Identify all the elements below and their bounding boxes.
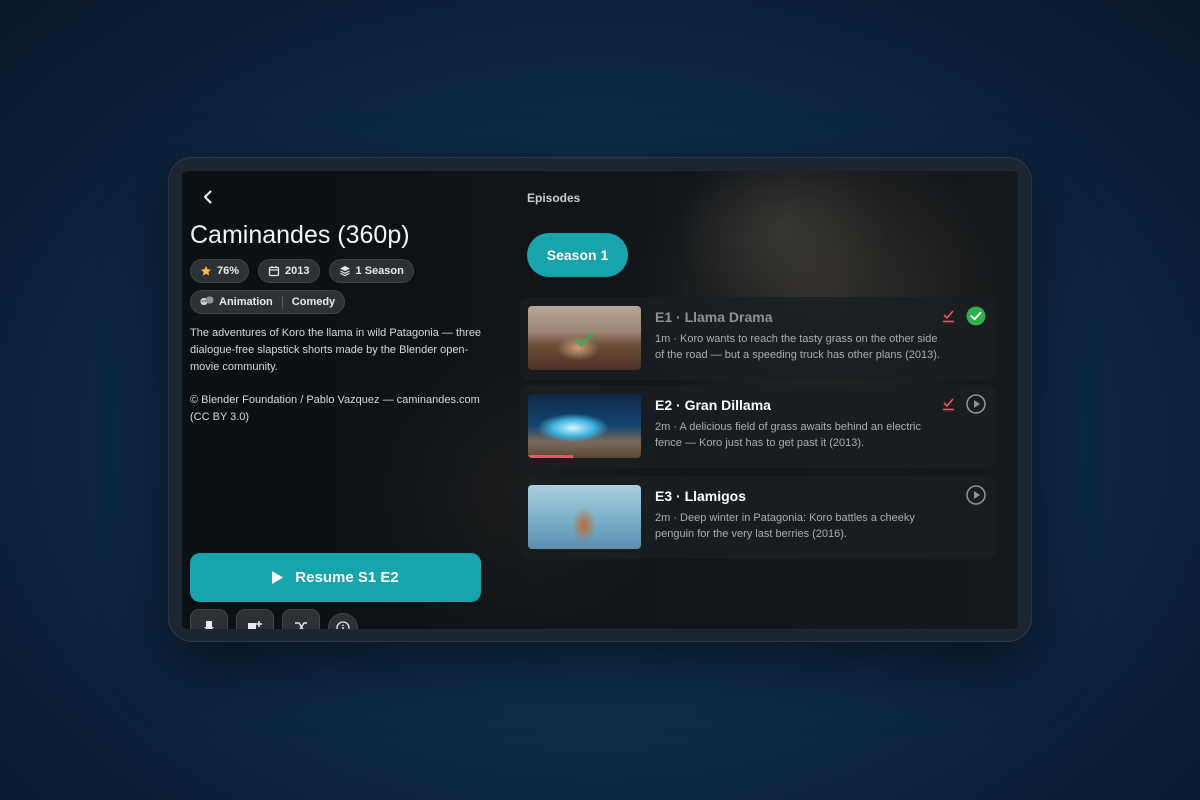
resume-button[interactable]: Resume S1 E2 — [190, 553, 481, 602]
episode-thumbnail — [528, 394, 641, 458]
genre-chips: Animation Comedy — [190, 290, 346, 314]
episode-description: 2m · A delicious field of grass awaits b… — [655, 421, 921, 449]
episode-description: 1m · Koro wants to reach the tasty grass… — [655, 333, 940, 361]
shuffle-button[interactable] — [282, 609, 320, 629]
episode-actions — [942, 394, 986, 414]
secondary-actions — [190, 609, 358, 629]
star-icon — [201, 266, 211, 276]
episode-actions — [942, 306, 986, 326]
calendar-icon — [268, 266, 280, 277]
genre-chip: Animation Comedy — [190, 290, 346, 314]
episode-progress-bar — [528, 455, 574, 458]
season-selector-button[interactable]: Season 1 — [527, 233, 628, 277]
episode-title: E2 · Gran Dillama — [655, 397, 771, 413]
episode-card-2[interactable]: E2 · Gran Dillama 2m · A delicious field… — [520, 385, 996, 468]
check-icon — [574, 332, 594, 347]
play-circle-icon[interactable] — [966, 394, 986, 414]
year-chip: 2013 — [258, 259, 320, 283]
layers-icon — [339, 266, 350, 277]
download-icon — [204, 621, 214, 629]
episode-thumbnail — [528, 485, 641, 549]
show-credit: © Blender Foundation / Pablo Vazquez — c… — [190, 394, 480, 423]
detail-layout: Caminandes (360p) 76% 2013 1 Season Anim… — [182, 171, 1018, 629]
watched-check-icon[interactable] — [966, 306, 986, 326]
shuffle-icon — [295, 622, 307, 629]
episode-title: E3 · Llamigos — [655, 488, 747, 504]
play-circle-icon[interactable] — [966, 485, 986, 505]
info-button[interactable] — [328, 613, 358, 629]
episode-card-1[interactable]: E1 · Llama Drama 1m · Koro wants to reac… — [520, 297, 996, 380]
theater-masks-icon — [200, 296, 214, 305]
episode-description: 2m · Deep winter in Patagonia: Koro batt… — [655, 512, 915, 540]
info-icon — [336, 621, 350, 629]
back-arrow-icon — [204, 190, 212, 204]
meta-chips: 76% 2013 1 Season — [190, 259, 414, 283]
show-description: The adventures of Koro the llama in wild… — [190, 327, 482, 373]
seasons-chip: 1 Season — [328, 259, 414, 283]
mark-watched-icon[interactable] — [942, 309, 956, 323]
episodes-heading: Episodes — [527, 191, 581, 205]
add-to-list-icon — [248, 621, 262, 629]
episode-card-3[interactable]: E3 · Llamigos 2m · Deep winter in Patago… — [520, 476, 996, 559]
genre-separator — [281, 296, 283, 308]
genre-comedy: Comedy — [291, 296, 336, 308]
episode-title: E1 · Llama Drama — [655, 309, 773, 325]
episode-actions — [966, 485, 986, 505]
resume-label: Resume S1 E2 — [295, 569, 399, 586]
rating-value: 76% — [217, 265, 240, 277]
app-screen: Caminandes (360p) 76% 2013 1 Season Anim… — [182, 171, 1018, 629]
year-value: 2013 — [285, 265, 310, 277]
seasons-value: 1 Season — [355, 265, 404, 277]
play-icon — [272, 571, 284, 584]
download-button[interactable] — [190, 609, 228, 629]
show-title: Caminandes (360p) — [190, 221, 410, 249]
back-button[interactable] — [190, 179, 226, 215]
rating-chip: 76% — [190, 259, 250, 283]
episode-thumbnail — [528, 306, 641, 370]
add-to-list-button[interactable] — [236, 609, 274, 629]
mark-watched-icon[interactable] — [942, 397, 956, 411]
genre-animation: Animation — [219, 296, 273, 308]
